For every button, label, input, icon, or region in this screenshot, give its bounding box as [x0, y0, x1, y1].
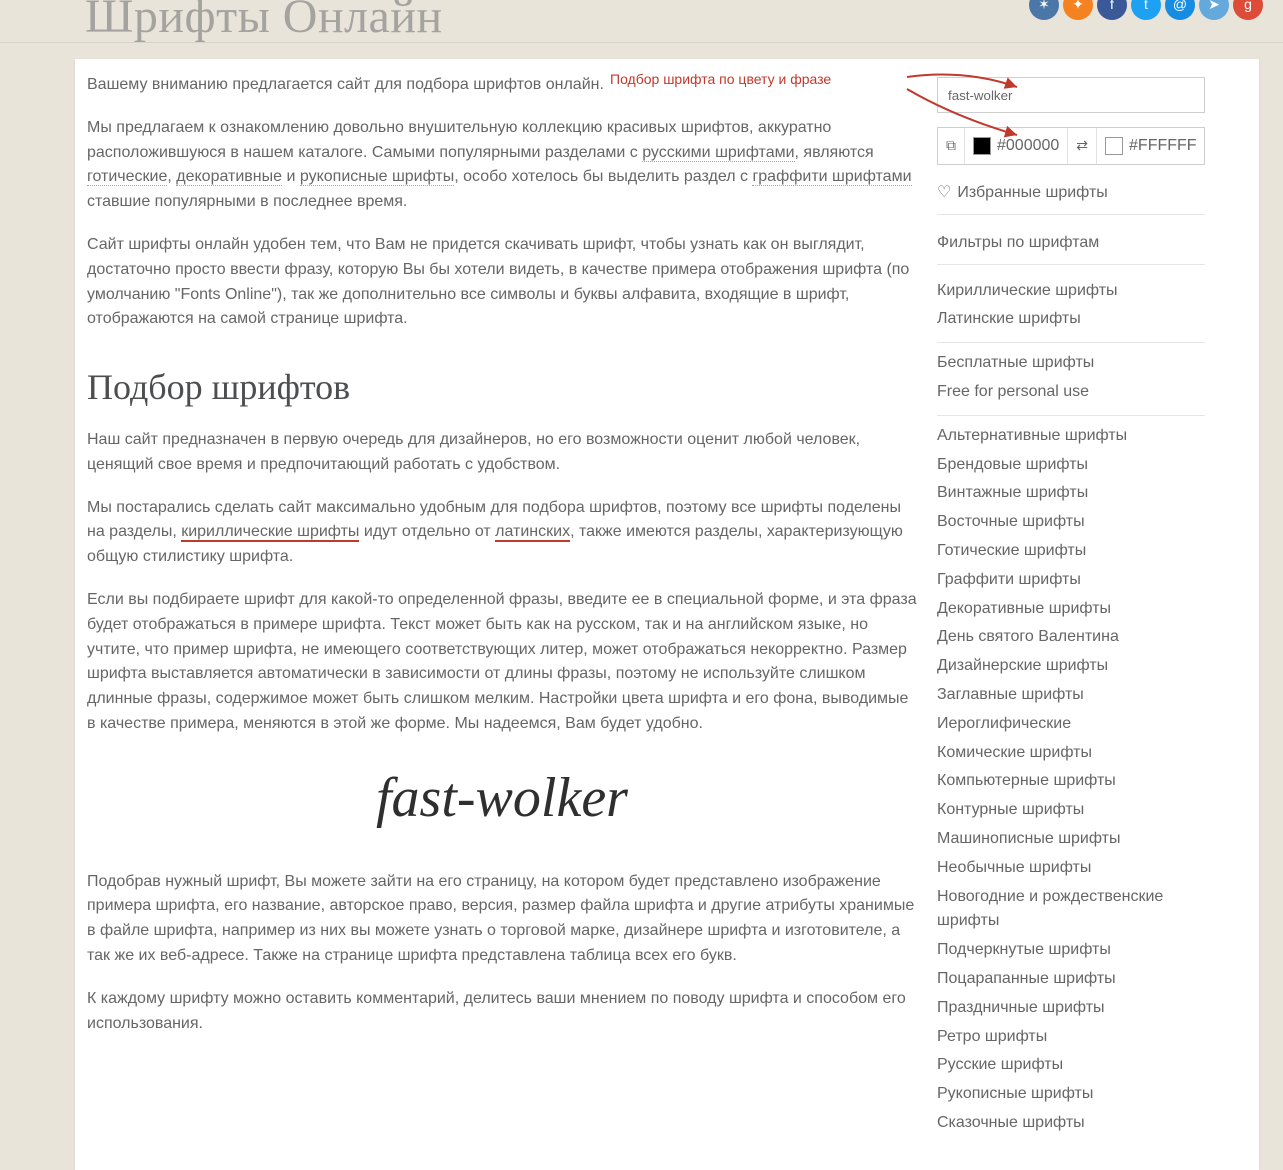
social-tg-icon[interactable]: ➤	[1199, 0, 1229, 20]
sidebar-item[interactable]: Новогодние и рождественские шрифты	[937, 883, 1205, 937]
sidebar-item[interactable]: Дизайнерские шрифты	[937, 652, 1205, 681]
article-body: Вашему вниманию предлагается сайт для по…	[75, 59, 937, 1170]
social-tw-icon[interactable]: t	[1131, 0, 1161, 20]
sidebar-item[interactable]: Машинописные шрифты	[937, 825, 1205, 854]
body-p7: Подобрав нужный шрифт, Вы можете зайти н…	[87, 870, 917, 969]
link-decorative[interactable]: декоративные	[176, 168, 282, 186]
heart-icon: ♡	[937, 184, 951, 201]
swap-icon[interactable]: ⇄	[1068, 128, 1097, 164]
sidebar-item[interactable]: Ретро шрифты	[937, 1023, 1205, 1052]
foreground-color[interactable]: #000000	[965, 128, 1068, 164]
intro-p2: Мы предлагаем к ознакомлению довольно вн…	[87, 116, 917, 215]
sidebar-item[interactable]: Контурные шрифты	[937, 796, 1205, 825]
sidebar-item[interactable]: Восточные шрифты	[937, 508, 1205, 537]
intro-p1: Вашему вниманию предлагается сайт для по…	[87, 73, 917, 98]
sidebar-item[interactable]: Необычные шрифты	[937, 854, 1205, 883]
intro-p3: Сайт шрифты онлайн удобен тем, что Вам н…	[87, 233, 917, 332]
sidebar-item[interactable]: Иероглифические	[937, 710, 1205, 739]
phrase-input[interactable]	[937, 77, 1205, 113]
body-p4: Наш сайт предназначен в первую очередь д…	[87, 428, 917, 478]
main-panel: Подбор шрифта по цвету и фразе Вашему вн…	[75, 59, 1259, 1170]
social-icons: ✶✦ft@➤g	[1029, 0, 1263, 20]
sidebar-group-categories: Альтернативные шрифтыБрендовые шрифтыВин…	[937, 416, 1205, 1146]
sidebar-item[interactable]: Рукописные шрифты	[937, 1080, 1205, 1109]
link-gothic[interactable]: готические	[87, 168, 167, 186]
social-ok-icon[interactable]: ✦	[1063, 0, 1093, 20]
social-gp-icon[interactable]: g	[1233, 0, 1263, 20]
header-bar: Шрифты Онлайн ✶✦ft@➤g	[0, 0, 1283, 43]
sidebar-item[interactable]: Free for personal use	[937, 378, 1205, 407]
link-latin[interactable]: латинских	[495, 523, 570, 542]
sidebar-group-price: Бесплатные шрифтыFree for personal use	[937, 343, 1205, 416]
sidebar-item[interactable]: Сказочные шрифты	[937, 1109, 1205, 1138]
site-title: Шрифты Онлайн	[85, 0, 443, 54]
sidebar-item[interactable]: День святого Валентина	[937, 623, 1205, 652]
sidebar-item[interactable]: Брендовые шрифты	[937, 451, 1205, 480]
sidebar-item[interactable]: Подчеркнутые шрифты	[937, 936, 1205, 965]
social-mail-icon[interactable]: @	[1165, 0, 1195, 20]
sidebar-item[interactable]: Альтернативные шрифты	[937, 422, 1205, 451]
favorites-link[interactable]: ♡Избранные шрифты	[937, 181, 1205, 215]
sidebar-item[interactable]: Латинские шрифты	[937, 305, 1205, 334]
sidebar-item[interactable]: Русские шрифты	[937, 1051, 1205, 1080]
list-categories: Альтернативные шрифтыБрендовые шрифтыВин…	[937, 422, 1205, 1138]
sidebar-item[interactable]: Граффити шрифты	[937, 566, 1205, 595]
copy-icon[interactable]: ⧉	[938, 128, 965, 164]
sidebar-item[interactable]: Готические шрифты	[937, 537, 1205, 566]
sidebar-item[interactable]: Винтажные шрифты	[937, 479, 1205, 508]
body-p8: К каждому шрифту можно оставить коммента…	[87, 987, 917, 1037]
sidebar-item[interactable]: Праздничные шрифты	[937, 994, 1205, 1023]
link-russian-fonts[interactable]: русскими шрифтами	[642, 144, 794, 162]
sidebar-group-scripts: Кириллические шрифтыЛатинские шрифты	[937, 271, 1205, 344]
social-fb-icon[interactable]: f	[1097, 0, 1127, 20]
sidebar-item[interactable]: Декоративные шрифты	[937, 595, 1205, 624]
link-cyrillic[interactable]: кириллические шрифты	[181, 523, 359, 542]
font-sample: fast-wolker	[87, 755, 917, 842]
body-p5: Мы постарались сделать сайт максимально …	[87, 496, 917, 570]
sidebar-item[interactable]: Компьютерные шрифты	[937, 767, 1205, 796]
link-handwritten[interactable]: рукописные шрифты	[300, 168, 454, 186]
filters-heading: Фильтры по шрифтам	[937, 231, 1205, 265]
sidebar: ⧉ #000000 ⇄ #FFFFFF ♡Избранные шрифты Фи…	[937, 59, 1219, 1170]
social-vk-icon[interactable]: ✶	[1029, 0, 1059, 20]
body-p6: Если вы подбираете шрифт для какой-то оп…	[87, 588, 917, 737]
section-heading: Подбор шрифтов	[87, 360, 917, 416]
list-price: Бесплатные шрифтыFree for personal use	[937, 349, 1205, 407]
background-color[interactable]: #FFFFFF	[1097, 128, 1205, 164]
sidebar-item[interactable]: Кириллические шрифты	[937, 277, 1205, 306]
sidebar-item[interactable]: Заглавные шрифты	[937, 681, 1205, 710]
link-graffiti[interactable]: граффити шрифтами	[752, 168, 911, 186]
color-picker-row: ⧉ #000000 ⇄ #FFFFFF	[937, 127, 1205, 165]
sidebar-item[interactable]: Поцарапанные шрифты	[937, 965, 1205, 994]
list-scripts: Кириллические шрифтыЛатинские шрифты	[937, 277, 1205, 335]
sidebar-item[interactable]: Бесплатные шрифты	[937, 349, 1205, 378]
sidebar-item[interactable]: Комические шрифты	[937, 739, 1205, 768]
